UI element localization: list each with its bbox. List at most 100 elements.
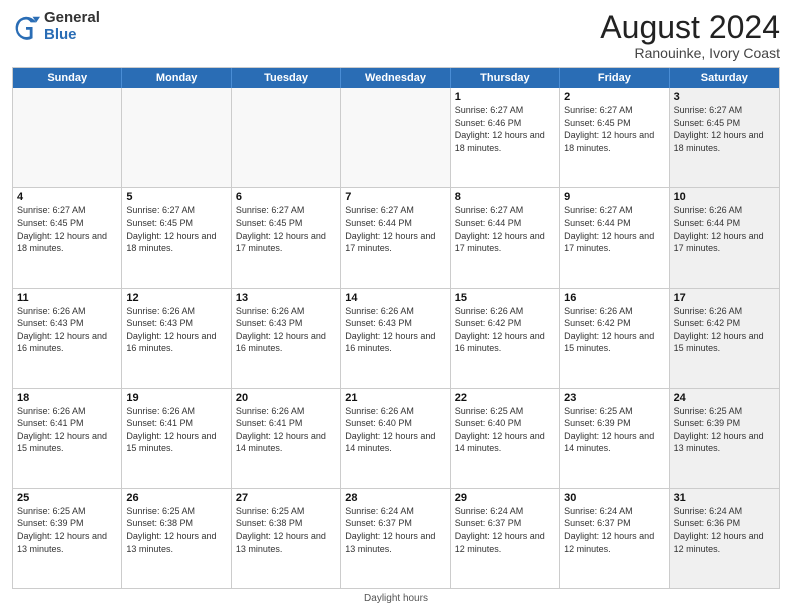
- calendar-cell-13: 13Sunrise: 6:26 AM Sunset: 6:43 PM Dayli…: [232, 289, 341, 388]
- day-number: 19: [126, 392, 226, 404]
- calendar-row-0: 1Sunrise: 6:27 AM Sunset: 6:46 PM Daylig…: [13, 88, 779, 187]
- day-number: 6: [236, 191, 336, 203]
- calendar-cell-20: 20Sunrise: 6:26 AM Sunset: 6:41 PM Dayli…: [232, 389, 341, 488]
- calendar-cell-empty-0-2: [232, 88, 341, 187]
- day-info: Sunrise: 6:25 AM Sunset: 6:38 PM Dayligh…: [236, 505, 336, 555]
- day-info: Sunrise: 6:26 AM Sunset: 6:41 PM Dayligh…: [236, 405, 336, 455]
- day-info: Sunrise: 6:26 AM Sunset: 6:43 PM Dayligh…: [17, 305, 117, 355]
- calendar-cell-22: 22Sunrise: 6:25 AM Sunset: 6:40 PM Dayli…: [451, 389, 560, 488]
- calendar-row-4: 25Sunrise: 6:25 AM Sunset: 6:39 PM Dayli…: [13, 488, 779, 588]
- day-header-sunday: Sunday: [13, 68, 122, 88]
- day-info: Sunrise: 6:26 AM Sunset: 6:41 PM Dayligh…: [17, 405, 117, 455]
- footer-note: Daylight hours: [12, 593, 780, 604]
- day-header-tuesday: Tuesday: [232, 68, 341, 88]
- day-info: Sunrise: 6:27 AM Sunset: 6:44 PM Dayligh…: [564, 204, 664, 254]
- subtitle: Ranouinke, Ivory Coast: [600, 45, 780, 61]
- day-number: 29: [455, 492, 555, 504]
- day-number: 26: [126, 492, 226, 504]
- calendar-cell-8: 8Sunrise: 6:27 AM Sunset: 6:44 PM Daylig…: [451, 188, 560, 287]
- title-block: August 2024 Ranouinke, Ivory Coast: [600, 10, 780, 61]
- day-number: 4: [17, 191, 117, 203]
- day-info: Sunrise: 6:27 AM Sunset: 6:44 PM Dayligh…: [455, 204, 555, 254]
- day-info: Sunrise: 6:27 AM Sunset: 6:45 PM Dayligh…: [17, 204, 117, 254]
- day-number: 5: [126, 191, 226, 203]
- page: General Blue August 2024 Ranouinke, Ivor…: [0, 0, 792, 612]
- day-number: 31: [674, 492, 775, 504]
- calendar-cell-15: 15Sunrise: 6:26 AM Sunset: 6:42 PM Dayli…: [451, 289, 560, 388]
- calendar-cell-12: 12Sunrise: 6:26 AM Sunset: 6:43 PM Dayli…: [122, 289, 231, 388]
- calendar-cell-30: 30Sunrise: 6:24 AM Sunset: 6:37 PM Dayli…: [560, 489, 669, 588]
- day-number: 11: [17, 292, 117, 304]
- day-number: 25: [17, 492, 117, 504]
- day-info: Sunrise: 6:26 AM Sunset: 6:42 PM Dayligh…: [564, 305, 664, 355]
- main-title: August 2024: [600, 10, 780, 45]
- day-number: 30: [564, 492, 664, 504]
- day-number: 17: [674, 292, 775, 304]
- day-number: 20: [236, 392, 336, 404]
- calendar-row-2: 11Sunrise: 6:26 AM Sunset: 6:43 PM Dayli…: [13, 288, 779, 388]
- day-info: Sunrise: 6:26 AM Sunset: 6:41 PM Dayligh…: [126, 405, 226, 455]
- calendar-cell-27: 27Sunrise: 6:25 AM Sunset: 6:38 PM Dayli…: [232, 489, 341, 588]
- day-info: Sunrise: 6:26 AM Sunset: 6:42 PM Dayligh…: [674, 305, 775, 355]
- calendar-cell-9: 9Sunrise: 6:27 AM Sunset: 6:44 PM Daylig…: [560, 188, 669, 287]
- day-number: 27: [236, 492, 336, 504]
- day-info: Sunrise: 6:24 AM Sunset: 6:37 PM Dayligh…: [345, 505, 445, 555]
- day-number: 12: [126, 292, 226, 304]
- logo-general-text: General: [44, 10, 100, 27]
- calendar-cell-18: 18Sunrise: 6:26 AM Sunset: 6:41 PM Dayli…: [13, 389, 122, 488]
- calendar-cell-19: 19Sunrise: 6:26 AM Sunset: 6:41 PM Dayli…: [122, 389, 231, 488]
- day-info: Sunrise: 6:26 AM Sunset: 6:42 PM Dayligh…: [455, 305, 555, 355]
- calendar: SundayMondayTuesdayWednesdayThursdayFrid…: [12, 67, 780, 589]
- day-info: Sunrise: 6:27 AM Sunset: 6:45 PM Dayligh…: [674, 104, 775, 154]
- day-info: Sunrise: 6:26 AM Sunset: 6:44 PM Dayligh…: [674, 204, 775, 254]
- day-header-monday: Monday: [122, 68, 231, 88]
- calendar-cell-25: 25Sunrise: 6:25 AM Sunset: 6:39 PM Dayli…: [13, 489, 122, 588]
- calendar-row-1: 4Sunrise: 6:27 AM Sunset: 6:45 PM Daylig…: [13, 187, 779, 287]
- calendar-cell-29: 29Sunrise: 6:24 AM Sunset: 6:37 PM Dayli…: [451, 489, 560, 588]
- day-info: Sunrise: 6:26 AM Sunset: 6:43 PM Dayligh…: [126, 305, 226, 355]
- calendar-row-3: 18Sunrise: 6:26 AM Sunset: 6:41 PM Dayli…: [13, 388, 779, 488]
- calendar-cell-3: 3Sunrise: 6:27 AM Sunset: 6:45 PM Daylig…: [670, 88, 779, 187]
- calendar-cell-11: 11Sunrise: 6:26 AM Sunset: 6:43 PM Dayli…: [13, 289, 122, 388]
- day-info: Sunrise: 6:26 AM Sunset: 6:43 PM Dayligh…: [236, 305, 336, 355]
- calendar-cell-10: 10Sunrise: 6:26 AM Sunset: 6:44 PM Dayli…: [670, 188, 779, 287]
- day-number: 28: [345, 492, 445, 504]
- day-number: 14: [345, 292, 445, 304]
- day-info: Sunrise: 6:25 AM Sunset: 6:39 PM Dayligh…: [564, 405, 664, 455]
- day-info: Sunrise: 6:24 AM Sunset: 6:37 PM Dayligh…: [455, 505, 555, 555]
- calendar-cell-28: 28Sunrise: 6:24 AM Sunset: 6:37 PM Dayli…: [341, 489, 450, 588]
- calendar-cell-14: 14Sunrise: 6:26 AM Sunset: 6:43 PM Dayli…: [341, 289, 450, 388]
- logo-text: General Blue: [44, 10, 100, 43]
- day-number: 21: [345, 392, 445, 404]
- day-header-saturday: Saturday: [670, 68, 779, 88]
- day-number: 1: [455, 91, 555, 103]
- day-info: Sunrise: 6:27 AM Sunset: 6:46 PM Dayligh…: [455, 104, 555, 154]
- calendar-cell-17: 17Sunrise: 6:26 AM Sunset: 6:42 PM Dayli…: [670, 289, 779, 388]
- logo: General Blue: [12, 10, 100, 43]
- day-info: Sunrise: 6:24 AM Sunset: 6:36 PM Dayligh…: [674, 505, 775, 555]
- calendar-cell-empty-0-3: [341, 88, 450, 187]
- day-info: Sunrise: 6:24 AM Sunset: 6:37 PM Dayligh…: [564, 505, 664, 555]
- calendar-cell-2: 2Sunrise: 6:27 AM Sunset: 6:45 PM Daylig…: [560, 88, 669, 187]
- logo-blue-text: Blue: [44, 27, 100, 44]
- logo-icon: [12, 13, 40, 41]
- day-info: Sunrise: 6:26 AM Sunset: 6:43 PM Dayligh…: [345, 305, 445, 355]
- day-header-friday: Friday: [560, 68, 669, 88]
- calendar-cell-21: 21Sunrise: 6:26 AM Sunset: 6:40 PM Dayli…: [341, 389, 450, 488]
- day-info: Sunrise: 6:27 AM Sunset: 6:45 PM Dayligh…: [126, 204, 226, 254]
- calendar-cell-empty-0-0: [13, 88, 122, 187]
- calendar-cell-1: 1Sunrise: 6:27 AM Sunset: 6:46 PM Daylig…: [451, 88, 560, 187]
- calendar-cell-24: 24Sunrise: 6:25 AM Sunset: 6:39 PM Dayli…: [670, 389, 779, 488]
- day-info: Sunrise: 6:25 AM Sunset: 6:38 PM Dayligh…: [126, 505, 226, 555]
- calendar-header: SundayMondayTuesdayWednesdayThursdayFrid…: [13, 68, 779, 88]
- day-number: 8: [455, 191, 555, 203]
- header: General Blue August 2024 Ranouinke, Ivor…: [12, 10, 780, 61]
- calendar-cell-31: 31Sunrise: 6:24 AM Sunset: 6:36 PM Dayli…: [670, 489, 779, 588]
- day-number: 10: [674, 191, 775, 203]
- calendar-cell-23: 23Sunrise: 6:25 AM Sunset: 6:39 PM Dayli…: [560, 389, 669, 488]
- day-number: 15: [455, 292, 555, 304]
- calendar-cell-6: 6Sunrise: 6:27 AM Sunset: 6:45 PM Daylig…: [232, 188, 341, 287]
- calendar-cell-7: 7Sunrise: 6:27 AM Sunset: 6:44 PM Daylig…: [341, 188, 450, 287]
- day-info: Sunrise: 6:27 AM Sunset: 6:45 PM Dayligh…: [236, 204, 336, 254]
- day-info: Sunrise: 6:26 AM Sunset: 6:40 PM Dayligh…: [345, 405, 445, 455]
